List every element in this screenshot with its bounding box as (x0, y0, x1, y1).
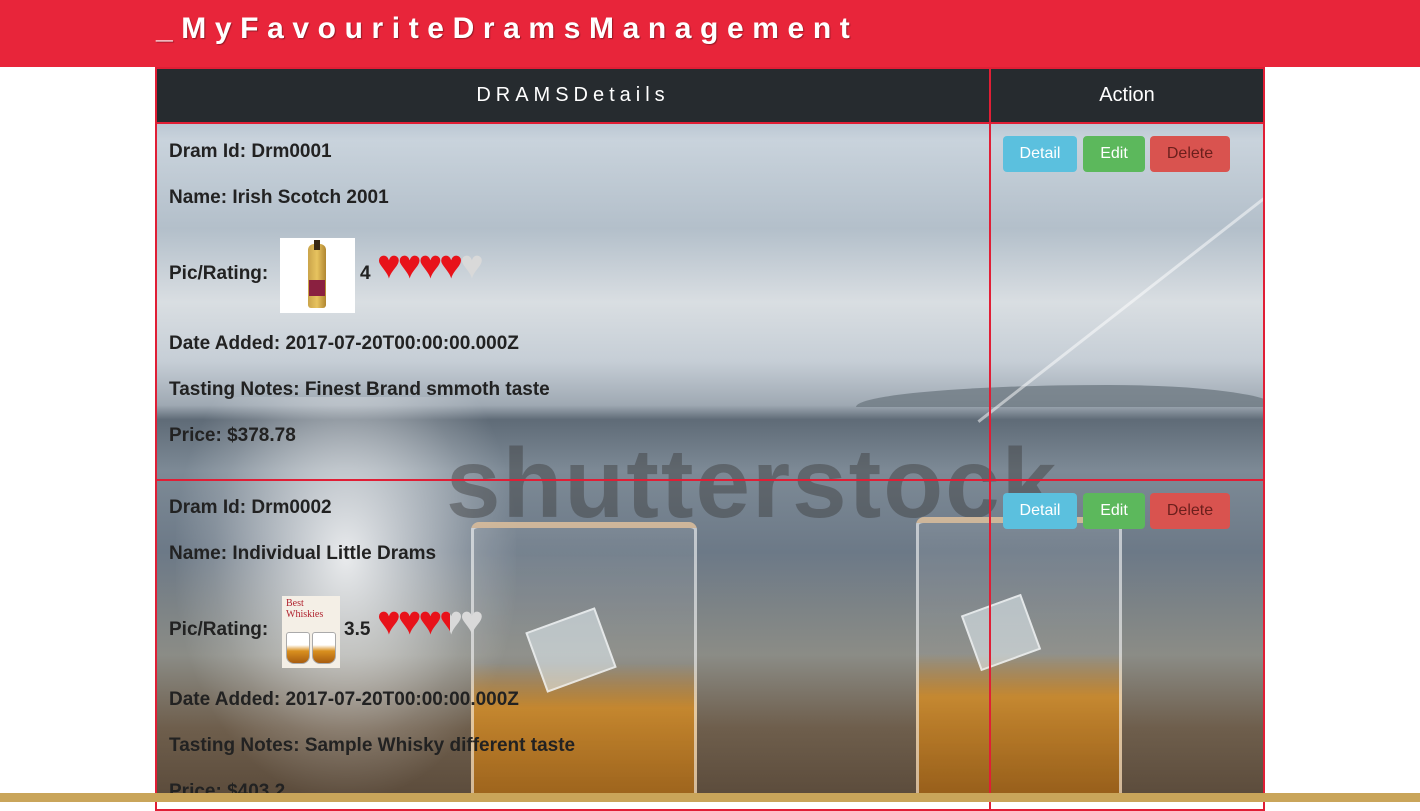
heart-full-icon: ♥ (418, 599, 443, 643)
app-title: _MyFavouriteDramsManagement (156, 12, 859, 45)
table-row: Dram Id: Drm0002 Name: Individual Little… (155, 481, 1265, 811)
dram-name: Name: Irish Scotch 2001 (169, 187, 389, 208)
heart-full-icon: ♥ (418, 243, 443, 287)
pic-rating-label: Pic/Rating: (169, 263, 269, 284)
tasting-notes: Tasting Notes: Finest Brand smmoth taste (169, 379, 550, 400)
heart-full-icon: ♥ (377, 599, 401, 643)
heart-full-icon: ♥ (397, 599, 422, 643)
rating-hearts: ♥♥♥♥♥ (377, 243, 484, 287)
dram-id: Dram Id: Drm0001 (169, 141, 332, 162)
edit-button[interactable]: Edit (1083, 136, 1145, 172)
date-added: Date Added: 2017-07-20T00:00:00.000Z (169, 689, 519, 710)
rating-value: 3.5 (344, 619, 371, 640)
heart-full-icon: ♥ (397, 243, 422, 287)
table-header: DRAMSDetails Action (155, 67, 1265, 124)
action-cell: Detail Edit Delete (991, 124, 1263, 479)
app-header: _MyFavouriteDramsManagement (0, 0, 1420, 67)
dram-details-cell: Dram Id: Drm0001 Name: Irish Scotch 2001… (157, 124, 991, 479)
header-action: Action (1099, 84, 1155, 106)
rating-value: 4 (360, 263, 371, 284)
action-cell: Detail Edit Delete (991, 481, 1263, 809)
heart-full-icon: ♥ (439, 243, 463, 287)
dram-name: Name: Individual Little Drams (169, 543, 437, 564)
date-added: Date Added: 2017-07-20T00:00:00.000Z (169, 333, 519, 354)
dram-id: Dram Id: Drm0002 (169, 497, 332, 518)
table-row: Dram Id: Drm0001 Name: Irish Scotch 2001… (155, 124, 1265, 481)
header-details: DRAMSDetails (157, 69, 991, 122)
heart-empty-icon: ♥ (460, 599, 484, 643)
edit-button[interactable]: Edit (1083, 493, 1145, 529)
heart-half-icon: ♥♥ (439, 599, 463, 643)
drams-table: DRAMSDetails Action Dram Id: Drm0001 Nam… (155, 67, 1265, 811)
heart-empty-icon: ♥ (460, 243, 484, 287)
whisky-book-icon: Best Whiskies (280, 594, 342, 669)
pic-rating-label: Pic/Rating: (169, 619, 269, 640)
delete-button[interactable]: Delete (1150, 136, 1230, 172)
detail-button[interactable]: Detail (1003, 136, 1077, 172)
detail-button[interactable]: Detail (1003, 493, 1077, 529)
tasting-notes: Tasting Notes: Sample Whisky different t… (169, 735, 576, 756)
book-cover-text: Best Whiskies (286, 598, 324, 620)
rating-hearts: ♥♥♥♥♥♥ (377, 599, 484, 643)
delete-button[interactable]: Delete (1150, 493, 1230, 529)
whisky-bottle-icon (280, 238, 355, 313)
os-taskbar (0, 793, 1420, 802)
heart-full-icon: ♥ (377, 243, 401, 287)
dram-details-cell: Dram Id: Drm0002 Name: Individual Little… (157, 481, 991, 809)
price: Price: $378.78 (169, 425, 296, 446)
